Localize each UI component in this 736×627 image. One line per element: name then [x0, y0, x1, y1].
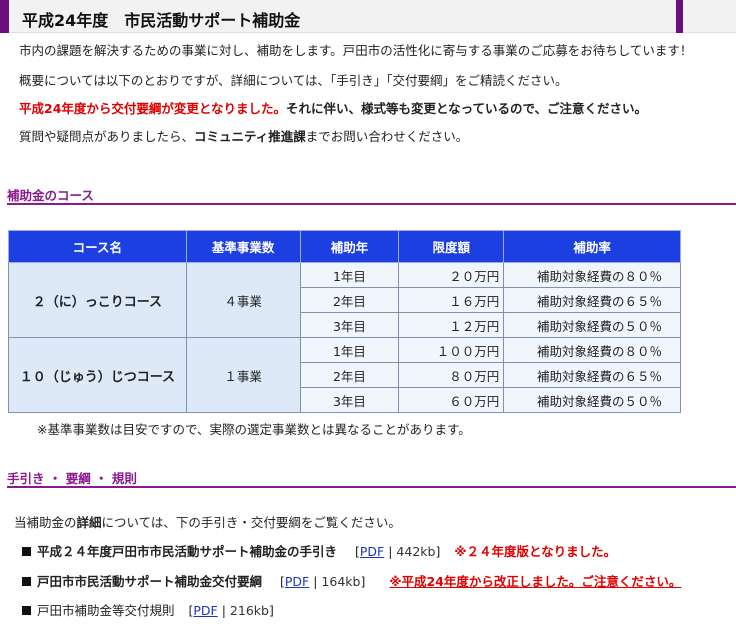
- limit-cell: １００万円: [398, 337, 505, 363]
- rate-cell: 補助対象経費の８０％: [503, 337, 681, 363]
- rate-cell: 補助対象経費の８０％: [503, 262, 681, 288]
- doc-label: 戸田市市民活動サポート補助金交付要綱: [37, 574, 263, 589]
- doc-label: 戸田市補助金等交付規則: [37, 603, 175, 618]
- doc-size: 442kb: [396, 544, 436, 559]
- limit-cell: ２０万円: [398, 262, 505, 288]
- table-row: ２（に）っこりコース ４事業 1年目 ２０万円 補助対象経費の８０％: [8, 262, 681, 338]
- table-row: １０（じゅう）じつコース １事業 1年目 １００万円 補助対象経費の８０％: [8, 337, 681, 413]
- doc-remark: ※平成24年度から改正しました。ご注意ください。: [389, 574, 682, 589]
- doc-item-regulation: 戸田市補助金等交付規則 [PDF | 216kb]: [22, 600, 274, 619]
- limit-cell: １６万円: [398, 287, 505, 313]
- contact-pre: 質問や疑問点がありましたら、: [19, 129, 195, 144]
- rate-cell: 補助対象経費の５０％: [503, 312, 681, 338]
- course-table: コース名 基準事業数 補助年 限度額 補助率 ２（に）っこりコース ４事業 1年…: [8, 230, 681, 413]
- course-count: ４事業: [185, 262, 301, 338]
- year-cell: 2年目: [299, 287, 400, 313]
- doc-size: 164kb: [321, 574, 361, 589]
- doc-item-guidelines: 戸田市市民活動サポート補助金交付要綱 [PDF | 164kb] ※平成24年度…: [22, 571, 681, 590]
- rate-cell: 補助対象経費の６５％: [503, 287, 681, 313]
- contact-post: までお問い合わせください。: [305, 129, 469, 144]
- bullet-square-icon: [22, 547, 31, 556]
- course-name: １０（じゅう）じつコース: [8, 337, 187, 413]
- doc-item-guide: 平成２４年度戸田市市民活動サポート補助金の手引き [PDF | 442kb] ※…: [22, 541, 616, 560]
- col-header-rate: 補助率: [503, 230, 681, 263]
- limit-cell: １２万円: [398, 312, 505, 338]
- doc-size: 216kb: [229, 603, 269, 618]
- intro-line-4: 質問や疑問点がありましたら、コミュニティ推進課までお問い合わせください。: [19, 126, 468, 145]
- doc-remark: ※２４年度版となりました。: [454, 544, 617, 559]
- bullet-square-icon: [22, 577, 31, 586]
- title-accent-right: [676, 0, 683, 33]
- pdf-link-regulation[interactable]: PDF: [193, 603, 217, 618]
- col-header-count: 基準事業数: [185, 230, 301, 263]
- col-header-year: 補助年: [299, 230, 400, 263]
- year-cell: 3年目: [299, 312, 400, 338]
- page-title: 平成24年度 市民活動サポート補助金: [22, 11, 301, 30]
- change-notice: 平成24年度から交付要綱が変更となりました。: [19, 101, 287, 116]
- course-name: ２（に）っこりコース: [8, 262, 187, 338]
- year-cell: 3年目: [299, 387, 400, 413]
- year-cell: 1年目: [299, 337, 400, 363]
- docs-intro: 当補助金の詳細については、下の手引き・交付要綱をご覧ください。: [14, 512, 401, 531]
- year-cell: 2年目: [299, 362, 400, 388]
- section-divider-course: [7, 203, 736, 205]
- year-cell: 1年目: [299, 262, 400, 288]
- change-caution: それに伴い、様式等も変更となっているので、ご注意ください。: [286, 101, 648, 116]
- section-divider-docs: [7, 486, 736, 488]
- page-title-bar: 平成24年度 市民活動サポート補助金: [0, 0, 736, 33]
- docs-intro-post: については、下の手引き・交付要綱をご覧ください。: [101, 515, 401, 530]
- pdf-link-guide[interactable]: PDF: [360, 544, 384, 559]
- docs-intro-bold: 詳細: [76, 515, 102, 530]
- col-header-course: コース名: [8, 230, 187, 263]
- intro-line-2: 概要については以下のとおりですが、詳細については、「手引き」「交付要綱」をご精読…: [19, 73, 568, 88]
- limit-cell: ８０万円: [398, 362, 505, 388]
- section-heading-course: 補助金のコース: [7, 188, 94, 203]
- limit-cell: ６０万円: [398, 387, 505, 413]
- docs-intro-pre: 当補助金の: [14, 515, 77, 530]
- pdf-link-guidelines[interactable]: PDF: [285, 574, 309, 589]
- rate-cell: 補助対象経費の５０％: [503, 387, 681, 413]
- course-count: １事業: [185, 337, 301, 413]
- table-header-row: コース名 基準事業数 補助年 限度額 補助率: [8, 230, 681, 263]
- table-note: ※基準事業数は目安ですので、実際の選定事業数とは異なることがあります。: [37, 422, 471, 437]
- contact-department: コミュニティ推進課: [194, 129, 306, 144]
- intro-line-3: 平成24年度から交付要綱が変更となりました。それに伴い、様式等も変更となっている…: [19, 98, 647, 117]
- doc-label: 平成２４年度戸田市市民活動サポート補助金の手引き: [37, 544, 338, 559]
- rate-cell: 補助対象経費の６５％: [503, 362, 681, 388]
- title-accent-left: [0, 0, 9, 33]
- bullet-square-icon: [22, 606, 31, 615]
- intro-line-1: 市内の課題を解決するための事業に対し、補助をします。戸田市の活性化に寄与する事業…: [19, 43, 693, 58]
- section-heading-docs: 手引き ・ 要綱 ・ 規則: [7, 471, 137, 486]
- col-header-limit: 限度額: [398, 230, 505, 263]
